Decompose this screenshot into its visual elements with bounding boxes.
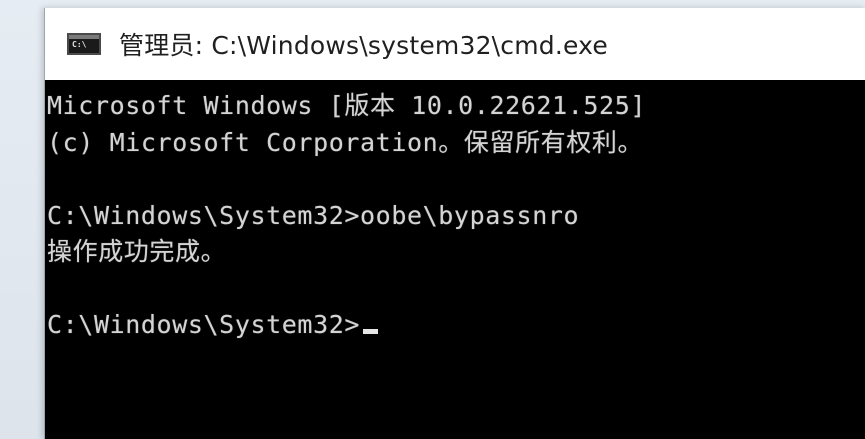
console-line-blank — [47, 161, 865, 198]
console-output[interactable]: Microsoft Windows [版本 10.0.22621.525] (c… — [45, 80, 865, 439]
text-cursor — [363, 329, 379, 334]
console-line-result: 操作成功完成。 — [47, 237, 227, 266]
console-prompt-line[interactable]: C:\Windows\System32> — [47, 307, 865, 344]
cmd-window[interactable]: 管理员: C:\Windows\system32\cmd.exe Microso… — [44, 8, 865, 439]
console-line-command: C:\Windows\System32>oobe\bypassnro — [47, 200, 580, 230]
title-bar[interactable]: 管理员: C:\Windows\system32\cmd.exe — [45, 8, 865, 80]
desktop-background: 管理员: C:\Windows\system32\cmd.exe Microso… — [0, 0, 865, 439]
window-title: 管理员: C:\Windows\system32\cmd.exe — [119, 31, 608, 60]
console-line-blank — [47, 271, 865, 308]
console-prompt: C:\Windows\System32> — [47, 310, 361, 339]
console-icon[interactable] — [67, 33, 101, 55]
console-line-copyright: (c) Microsoft Corporation。保留所有权利。 — [47, 127, 644, 157]
console-line-version: Microsoft Windows [版本 10.0.22621.525] — [47, 91, 646, 120]
